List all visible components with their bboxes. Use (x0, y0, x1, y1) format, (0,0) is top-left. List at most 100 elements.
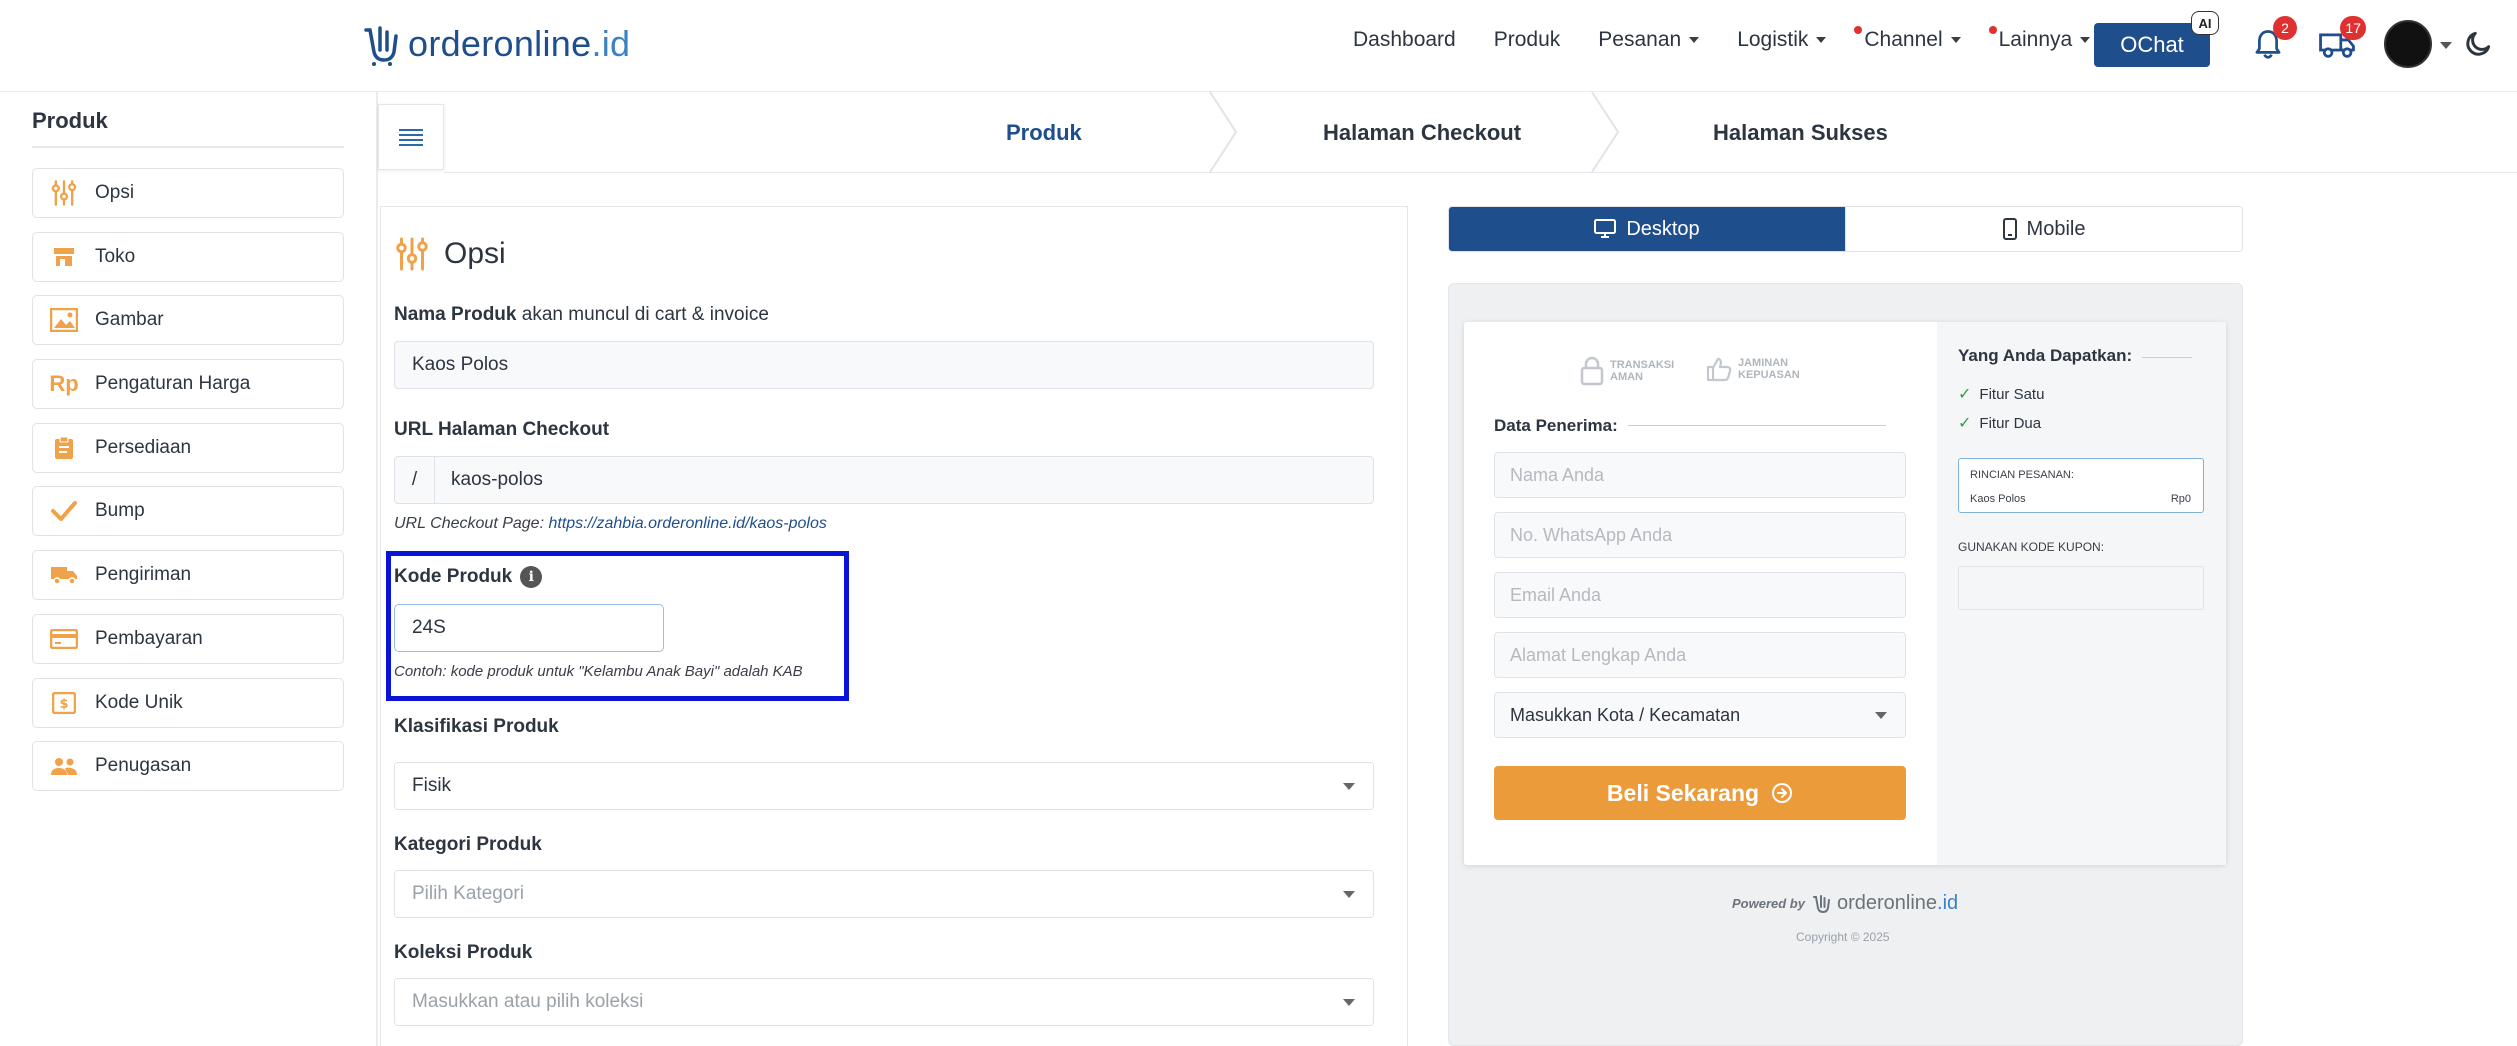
sidebar-item-label: Pengiriman (95, 564, 192, 586)
url-checkout-input[interactable]: / kaos-polos (394, 456, 1374, 504)
order-summary-box: RINCIAN PESANAN: Kaos Polos Rp0 (1958, 458, 2204, 513)
nav-produk[interactable]: Produk (1475, 28, 1580, 52)
caret-down-icon (1343, 999, 1355, 1006)
nav-label: Channel (1864, 28, 1943, 51)
sidebar-item-bump[interactable]: Bump (32, 486, 344, 537)
step-halaman-sukses[interactable]: Halaman Sukses (1713, 120, 1888, 146)
trust-text: AMAN (1610, 371, 1643, 383)
moon-icon[interactable] (2462, 28, 2494, 60)
sidebar-item-toko[interactable]: Toko (32, 231, 344, 282)
order-item-price: Rp0 (2170, 493, 2191, 505)
menu-toggle-button[interactable] (378, 104, 444, 170)
step-produk[interactable]: Produk (1006, 120, 1082, 146)
nav-pesanan[interactable]: Pesanan (1579, 28, 1718, 52)
beli-sekarang-button[interactable]: Beli Sekarang (1494, 766, 1906, 820)
nav-dashboard[interactable]: Dashboard (1334, 28, 1475, 52)
nav-channel[interactable]: Channel (1845, 26, 1979, 52)
caret-down-icon (1950, 37, 1961, 43)
nav-logistik[interactable]: Logistik (1718, 28, 1845, 52)
url-hint: URL Checkout Page: https://zahbia.ordero… (394, 515, 827, 532)
nav-label: Dashboard (1353, 28, 1456, 51)
brand-logo[interactable]: orderonline.id (360, 22, 630, 66)
klasifikasi-select[interactable]: Fisik (394, 762, 1374, 810)
sidebar-item-pembayaran[interactable]: Pembayaran (32, 613, 344, 664)
info-icon[interactable]: i (520, 566, 543, 588)
feature-label: Fitur Satu (1979, 385, 2045, 403)
sidebar-item-pengiriman[interactable]: Pengiriman (32, 550, 344, 601)
delivery-count: 17 (2340, 16, 2366, 40)
credit-card-icon (49, 624, 79, 654)
step-chevron-icon (1209, 92, 1238, 172)
preview-email-input[interactable]: Email Anda (1494, 572, 1906, 618)
mobile-toggle-button[interactable]: Mobile (1845, 207, 2242, 251)
nama-produk-input[interactable]: Kaos Polos (394, 341, 1374, 389)
preview-kota-select[interactable]: Masukkan Kota / Kecamatan (1494, 692, 1906, 738)
sidebar-item-kode-unik[interactable]: $ Kode Unik (32, 677, 344, 728)
thumbs-up-icon (1706, 357, 1732, 382)
sidebar-item-gambar[interactable]: Gambar (32, 295, 344, 346)
sidebar-item-label: Kode Unik (95, 691, 183, 713)
nav-label: Produk (1493, 28, 1561, 51)
caret-down-icon (1343, 891, 1355, 898)
powered-by: Powered by orderonline.id (1732, 892, 1958, 915)
delivery-button[interactable]: 17 (2314, 16, 2366, 68)
sidebar-title: Produk (32, 108, 108, 133)
preview-whatsapp-input[interactable]: No. WhatsApp Anda (1494, 512, 1906, 558)
check-icon (49, 496, 79, 526)
desktop-icon (1594, 219, 1617, 238)
sidebar-item-label: Bump (95, 500, 145, 522)
preview-alamat-input[interactable]: Alamat Lengkap Anda (1494, 632, 1906, 678)
section-title: Opsi (444, 237, 506, 270)
nav-label: Pesanan (1598, 28, 1682, 51)
trust-text: JAMINAN (1738, 357, 1789, 369)
trust-text: TRANSAKSI (1610, 359, 1675, 371)
sidebar-item-label: Persediaan (95, 436, 192, 458)
notification-button[interactable]: 2 (2245, 16, 2297, 68)
brand-name: orderonline.id (1836, 892, 1959, 914)
divider (376, 92, 378, 1046)
coupon-input[interactable] (1958, 566, 2204, 610)
divider (1628, 425, 1886, 426)
new-dot-icon (1854, 26, 1863, 34)
sidebar-item-persediaan[interactable]: Persediaan (32, 422, 344, 473)
divider (444, 172, 2517, 173)
checkout-url-link[interactable]: https://zahbia.orderonline.id/kaos-polos (548, 515, 826, 532)
preview-nama-input[interactable]: Nama Anda (1494, 452, 1906, 498)
input-placeholder: Nama Anda (1510, 464, 1605, 485)
input-value: 24S (412, 617, 446, 638)
check-icon: ✓ (1958, 386, 1972, 403)
sidebar-item-label: Gambar (95, 309, 164, 331)
sidebar-item-label: Pengaturan Harga (95, 373, 251, 395)
top-navbar: orderonline.id Dashboard Produk Pesanan … (0, 0, 2517, 92)
nav-lainnya[interactable]: Lainnya (1980, 26, 2110, 52)
avatar[interactable] (2384, 20, 2432, 68)
nav-label: Lainnya (1998, 28, 2073, 51)
new-dot-icon (1988, 26, 1997, 34)
step-chevron-icon (1591, 92, 1620, 172)
clipboard-icon (49, 433, 79, 463)
koleksi-select[interactable]: Masukkan atau pilih koleksi (394, 978, 1374, 1026)
kategori-select[interactable]: Pilih Kategori (394, 870, 1374, 918)
data-penerima-label: Data Penerima: (1494, 416, 1618, 435)
desktop-toggle-button[interactable]: Desktop (1449, 207, 1845, 251)
rupiah-icon: Rp (49, 371, 79, 397)
caret-down-icon (1689, 37, 1700, 43)
chevron-down-icon[interactable] (2440, 42, 2452, 49)
step-halaman-checkout[interactable]: Halaman Checkout (1323, 120, 1521, 146)
sidebar-item-penugasan[interactable]: Penugasan (32, 741, 344, 792)
select-value: Fisik (412, 775, 452, 796)
notification-count: 2 (2273, 16, 2297, 40)
truck-icon (49, 560, 79, 590)
feature-item: ✓ Fitur Dua (1958, 413, 2041, 433)
sidebar-item-opsi[interactable]: Opsi (32, 168, 344, 218)
kode-produk-input[interactable]: 24S (394, 604, 664, 652)
ai-badge: AI (2191, 11, 2219, 35)
select-placeholder: Masukkan atau pilih koleksi (412, 991, 644, 1012)
select-placeholder: Pilih Kategori (412, 883, 524, 904)
ochat-label: OChat (2120, 32, 2184, 57)
sidebar-item-pengaturan-harga[interactable]: Rp Pengaturan Harga (32, 359, 344, 410)
koleksi-label: Koleksi Produk (394, 942, 533, 963)
logo-icon (1812, 894, 1830, 913)
benefits-title: Yang Anda Dapatkan: (1958, 346, 2133, 365)
input-value: Kaos Polos (412, 354, 509, 375)
